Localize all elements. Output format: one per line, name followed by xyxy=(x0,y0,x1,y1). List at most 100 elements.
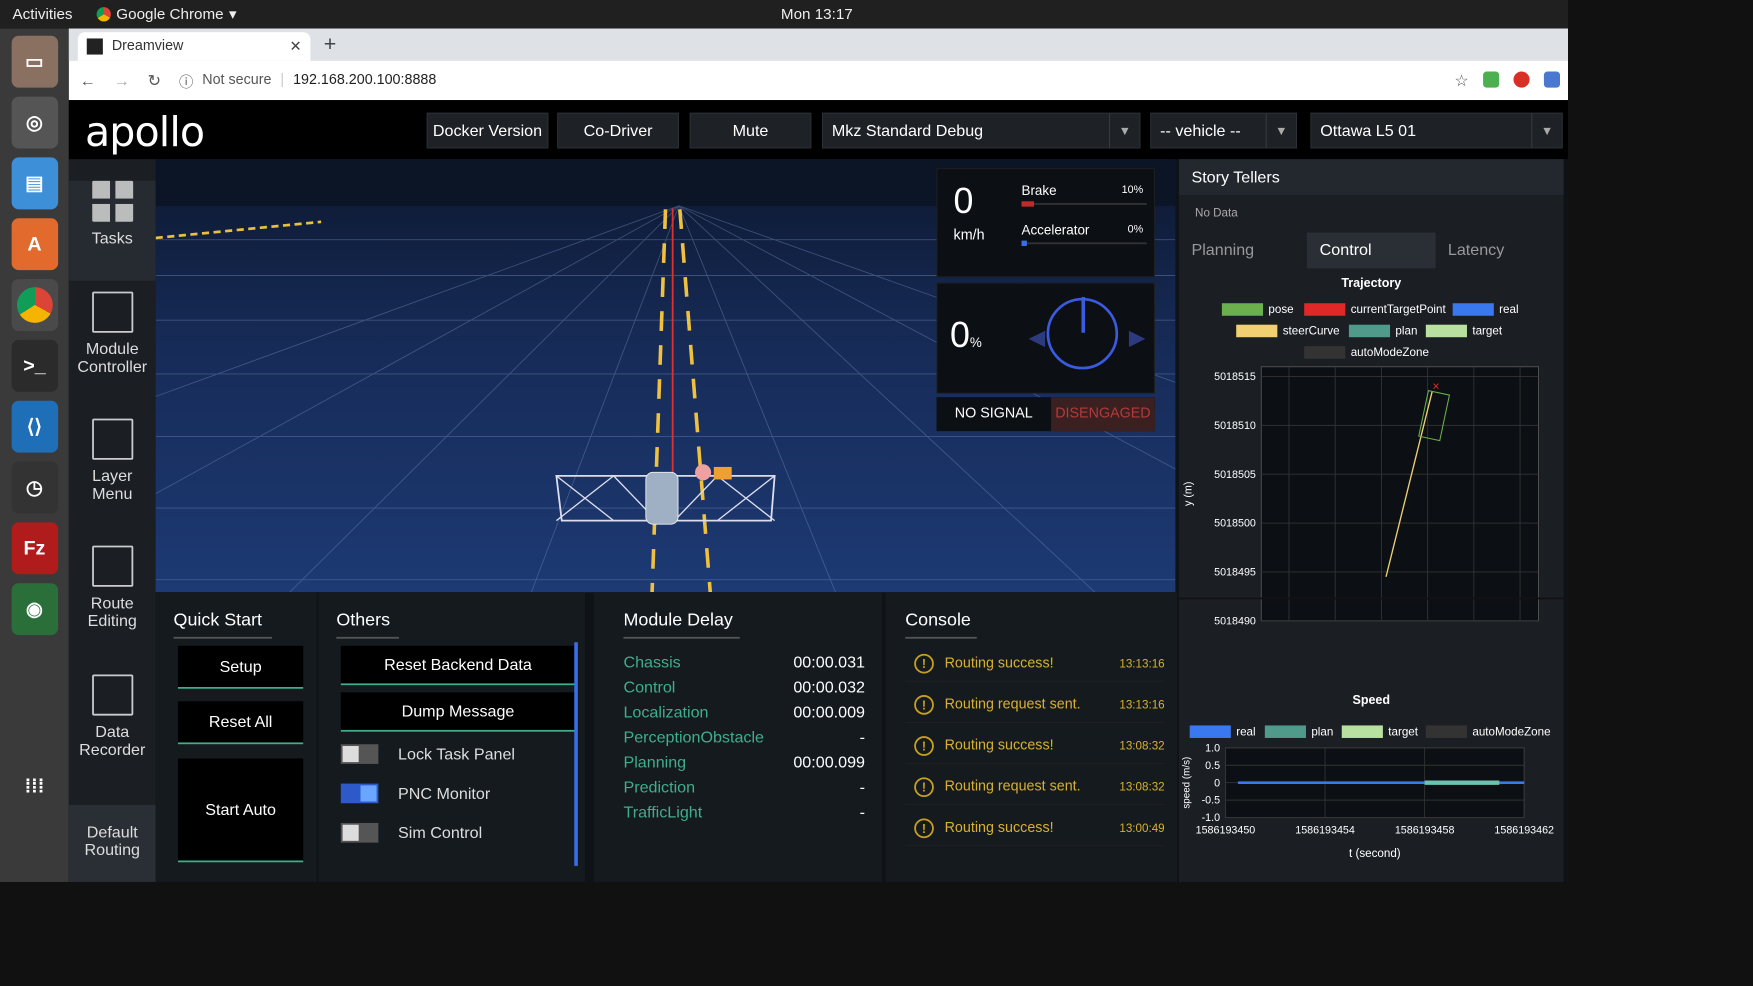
brake-bar-fill xyxy=(1021,201,1035,207)
files-icon[interactable]: ▭ xyxy=(11,35,58,88)
nav-label: Data xyxy=(95,722,130,741)
nav-module-controller[interactable]: Module Controller xyxy=(69,291,156,376)
terminal-icon[interactable]: >_ xyxy=(11,339,58,392)
accelerator-value: 0% xyxy=(1127,222,1144,236)
x-tick-label: 1586193462 xyxy=(1494,825,1554,837)
module-delay: 00:00.099 xyxy=(793,753,865,772)
chrome-dock-icon[interactable] xyxy=(11,279,58,331)
sim-control-toggle[interactable]: Sim Control xyxy=(340,822,482,843)
apps-grid-icon[interactable]: ⁞⁞⁞ xyxy=(11,760,58,812)
toggle-switch[interactable] xyxy=(340,744,379,764)
y-axis-label: speed (m/s) xyxy=(1182,757,1193,809)
legend-label: plan xyxy=(1395,323,1418,338)
nav-route-editing[interactable]: Route Editing xyxy=(69,545,156,630)
module-delay-title: Module Delay xyxy=(623,610,733,630)
reload-icon[interactable]: ↻ xyxy=(148,71,162,90)
address-bar[interactable]: ⓘ Not secure | 192.168.200.100:8888 xyxy=(179,70,436,91)
delay-row: Localization 00:00.009 xyxy=(623,703,865,722)
legend-swatch xyxy=(1425,324,1467,337)
nav-default-routing[interactable]: Default Routing xyxy=(68,805,156,882)
nav-data-recorder[interactable]: Data Recorder xyxy=(69,674,156,759)
legend-auto-mode-zone: autoModeZone xyxy=(1425,725,1551,738)
clock[interactable]: Mon 13:17 xyxy=(781,5,853,23)
legend-swatch xyxy=(1221,302,1264,316)
evernote-icon[interactable] xyxy=(1483,71,1500,88)
dump-message-button[interactable]: Dump Message xyxy=(340,692,576,732)
story-tellers-empty: No Data xyxy=(1195,205,1238,220)
clock-app-icon[interactable]: ◷ xyxy=(11,461,58,514)
setup-button[interactable]: Setup xyxy=(178,645,304,689)
legend-label: pose xyxy=(1268,302,1294,316)
lock-task-panel-toggle[interactable]: Lock Task Panel xyxy=(340,744,515,764)
console-row: ! Routing request sent. 13:08:32 xyxy=(905,769,1165,806)
nav-tasks[interactable]: Tasks xyxy=(68,180,156,281)
status-bar: NO SIGNAL DISENGAGED xyxy=(936,397,1155,432)
legend-label: currentTargetPoint xyxy=(1350,302,1446,316)
tab-control[interactable]: Control xyxy=(1307,232,1436,269)
activities-button[interactable]: Activities xyxy=(13,5,73,23)
map-select[interactable]: Ottawa L5 01 ▼ xyxy=(1310,112,1563,149)
dreamview-app: apollo Docker Version Co-Driver Mute Mkz… xyxy=(68,100,1569,882)
map-select-value: Ottawa L5 01 xyxy=(1320,121,1417,140)
translate-icon[interactable] xyxy=(1543,71,1561,88)
software-center-icon[interactable]: A xyxy=(11,218,58,271)
quick-start-panel: Quick Start Setup Reset All Start Auto xyxy=(155,592,317,882)
legend-plan: plan xyxy=(1264,724,1334,738)
scrollbar[interactable] xyxy=(574,642,578,866)
legend-label: target xyxy=(1472,323,1503,338)
chrome-icon xyxy=(96,7,111,22)
delay-row: Chassis 00:00.031 xyxy=(623,653,865,672)
start-auto-button[interactable]: Start Auto xyxy=(178,758,304,863)
y-tick-label: -1.0 xyxy=(1202,812,1221,824)
module-delay: - xyxy=(859,728,865,747)
nav-layer-menu[interactable]: Layer Menu xyxy=(69,418,156,503)
toggle-switch[interactable] xyxy=(340,822,379,843)
legend-label: plan xyxy=(1311,724,1334,738)
back-icon[interactable]: ← xyxy=(80,71,96,90)
mute-button[interactable]: Mute xyxy=(689,112,812,149)
warning-icon: ! xyxy=(914,818,934,838)
browser-tab[interactable]: Dreamview ✕ xyxy=(77,32,311,61)
vscode-icon[interactable]: ⟨⟩ xyxy=(11,400,58,453)
side-nav: Tasks Module Controller Layer Menu Route… xyxy=(68,159,156,882)
console-title: Console xyxy=(905,610,971,630)
console-time: 13:08:32 xyxy=(1119,780,1165,794)
warning-icon: ! xyxy=(914,735,934,756)
star-icon[interactable]: ☆ xyxy=(1454,71,1468,90)
x-tick-label: 1586193450 xyxy=(1196,825,1256,837)
legend-current-target-point: currentTargetPoint xyxy=(1304,302,1446,316)
vehicle-select[interactable]: -- vehicle -- ▼ xyxy=(1150,112,1298,149)
legend-label: real xyxy=(1236,724,1256,738)
adblock-icon[interactable] xyxy=(1513,71,1530,88)
reset-all-button[interactable]: Reset All xyxy=(178,701,304,745)
legend-real: real xyxy=(1452,302,1519,316)
filezilla-icon[interactable]: Fz xyxy=(11,522,58,575)
co-driver-button[interactable]: Co-Driver xyxy=(557,112,679,149)
y-tick-label: 5018505 xyxy=(1214,469,1256,481)
others-title: Others xyxy=(336,610,391,630)
docker-version-button[interactable]: Docker Version xyxy=(426,112,549,149)
module-delay: - xyxy=(859,778,865,797)
forward-icon[interactable]: → xyxy=(114,71,130,90)
legend-swatch xyxy=(1452,302,1494,316)
layers-icon xyxy=(91,418,133,460)
camera-icon[interactable]: ◉ xyxy=(11,583,58,636)
grid-icon xyxy=(91,180,133,222)
toggle-switch[interactable] xyxy=(340,783,379,804)
new-tab-button[interactable]: + xyxy=(324,32,337,57)
writer-icon[interactable]: ▤ xyxy=(11,157,58,210)
rhythmbox-icon[interactable]: ◎ xyxy=(11,96,58,149)
app-menu[interactable]: Google Chrome ▾ xyxy=(96,5,237,23)
close-icon[interactable]: ✕ xyxy=(289,38,301,56)
delay-row: Planning 00:00.099 xyxy=(623,753,865,772)
pnc-monitor-toggle[interactable]: PNC Monitor xyxy=(340,783,490,804)
route-icon xyxy=(91,545,133,587)
legend-swatch xyxy=(1264,724,1306,738)
y-tick-label: 5018490 xyxy=(1214,615,1256,624)
y-tick-label: 5018510 xyxy=(1214,420,1256,432)
tab-latency[interactable]: Latency xyxy=(1435,232,1564,269)
mode-select[interactable]: Mkz Standard Debug ▼ xyxy=(822,112,1141,149)
reset-backend-data-button[interactable]: Reset Backend Data xyxy=(340,645,576,686)
console-message: Routing request sent. xyxy=(944,778,1081,794)
tab-planning[interactable]: Planning xyxy=(1178,232,1308,269)
